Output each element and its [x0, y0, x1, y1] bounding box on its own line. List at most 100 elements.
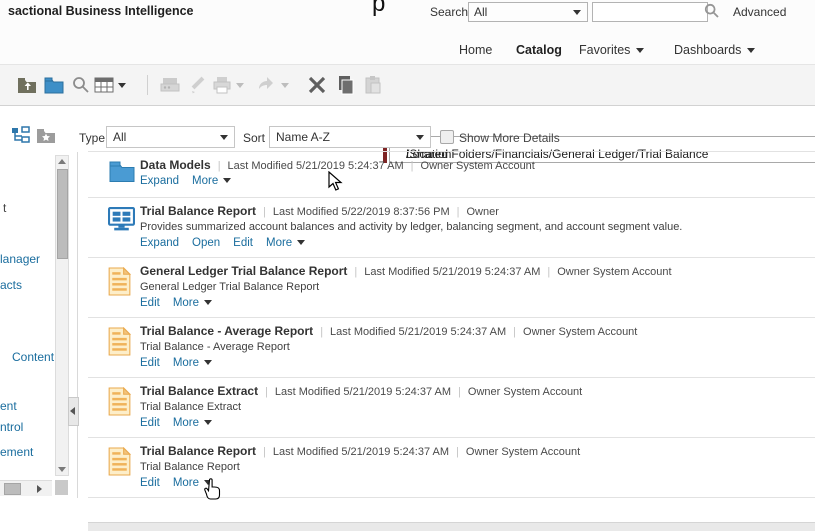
item-actions: Edit More — [140, 297, 815, 309]
item-owner: Owner — [467, 206, 499, 218]
item-title[interactable]: Trial Balance Extract — [140, 384, 258, 398]
obi-catalog-page: sactional Business Intelligence p Search… — [0, 0, 815, 531]
item-link-more[interactable]: More — [173, 357, 212, 369]
folders-tree-icon[interactable] — [11, 126, 30, 145]
nav-dashboards[interactable]: Dashboards — [674, 43, 755, 57]
item-link-more[interactable]: More — [266, 237, 305, 249]
copy-icon[interactable] — [336, 74, 356, 96]
show-more-details-checkbox[interactable] — [440, 130, 454, 144]
sidebar-item[interactable]: t — [3, 201, 6, 215]
item-description: Trial Balance Extract — [140, 401, 815, 413]
document-icon — [108, 327, 138, 359]
search-input[interactable] — [592, 2, 708, 22]
search-icon[interactable] — [704, 3, 720, 19]
item-link-expand[interactable]: Expand — [140, 237, 179, 249]
item-description: Provides summarized account balances and… — [140, 221, 815, 233]
item-link-edit[interactable]: Edit — [140, 297, 160, 309]
scroll-down-icon[interactable] — [58, 467, 66, 472]
item-link-more[interactable]: More — [173, 417, 212, 429]
item-title[interactable]: Data Models — [140, 158, 211, 172]
item-title[interactable]: Trial Balance Report — [140, 204, 256, 218]
item-owner: Owner System Account — [468, 386, 582, 398]
type-label: Type — [79, 131, 105, 145]
table-row: Trial Balance Extract | Last Modified 5/… — [88, 378, 815, 438]
scroll-up-icon[interactable] — [58, 159, 66, 164]
sidebar-vertical-scrollbar[interactable] — [55, 155, 69, 476]
item-link-edit[interactable]: Edit — [140, 357, 160, 369]
nav-home[interactable]: Home — [459, 43, 492, 57]
item-title[interactable]: Trial Balance Report — [140, 444, 256, 458]
sidebar-item[interactable]: acts — [0, 278, 22, 292]
table-row: Data Models | Last Modified 5/21/2019 5:… — [88, 152, 815, 198]
item-title[interactable]: Trial Balance - Average Report — [140, 324, 313, 338]
nav-bar: Home Catalog Favorites Dashboards — [0, 22, 815, 65]
separator: | — [456, 446, 459, 458]
item-actions: Expand Open Edit More — [140, 237, 815, 249]
chevron-down-icon[interactable] — [118, 83, 126, 88]
nav-catalog[interactable]: Catalog — [516, 43, 562, 57]
search-label: Search — [430, 5, 468, 19]
search-scope-value: All — [474, 5, 487, 19]
chevron-down-icon — [747, 48, 755, 53]
item-link-edit[interactable]: Edit — [140, 477, 160, 489]
item-description: Trial Balance Report — [140, 461, 815, 473]
scrollbar-thumb[interactable] — [57, 169, 68, 259]
print-icon — [212, 74, 232, 96]
chevron-down-icon — [236, 83, 244, 88]
item-actions: Edit More — [140, 357, 815, 369]
separator: | — [263, 446, 266, 458]
favorites-folder-icon[interactable] — [36, 126, 56, 144]
item-actions: Edit More — [140, 417, 815, 429]
chevron-down-icon — [220, 135, 228, 140]
chevron-down-icon — [204, 420, 212, 425]
item-link-edit[interactable]: Edit — [140, 417, 160, 429]
table-row: Trial Balance Report | Last Modified 5/2… — [88, 438, 815, 498]
sort-label: Sort — [243, 131, 265, 145]
sort-value: Name A-Z — [276, 130, 330, 144]
item-last-modified: Last Modified 5/21/2019 5:24:37 AM — [330, 326, 506, 338]
item-link-more[interactable]: More — [173, 297, 212, 309]
header-bar: sactional Business Intelligence p Search… — [0, 0, 815, 23]
folder-icon — [108, 159, 138, 191]
sort-dropdown[interactable]: Name A-Z — [269, 126, 431, 148]
item-actions: Edit More — [140, 477, 815, 489]
type-dropdown[interactable]: All — [106, 126, 235, 148]
chevron-down-icon — [204, 360, 212, 365]
item-link-open[interactable]: Open — [192, 237, 220, 249]
edit-icon — [188, 74, 208, 96]
scrollbar-corner — [55, 480, 68, 495]
item-link-more[interactable]: More — [192, 175, 231, 187]
document-icon — [108, 267, 138, 299]
separator: | — [547, 266, 550, 278]
scrollbar-thumb[interactable] — [4, 483, 21, 495]
chevron-down-icon — [204, 300, 212, 305]
search-icon[interactable] — [71, 74, 91, 96]
separator: | — [457, 206, 460, 218]
sidebar-item[interactable]: Content — [12, 350, 54, 364]
table-row: Trial Balance Report | Last Modified 5/2… — [88, 198, 815, 258]
sidebar-item[interactable]: ement — [0, 445, 33, 459]
open-folder-icon[interactable] — [44, 74, 64, 96]
panel-splitter[interactable] — [77, 152, 78, 498]
item-description: Trial Balance - Average Report — [140, 341, 815, 353]
advanced-link[interactable]: Advanced — [733, 5, 786, 19]
collapse-panel-button[interactable] — [68, 397, 79, 426]
item-link-more[interactable]: More — [173, 477, 212, 489]
item-owner: Owner System Account — [557, 266, 671, 278]
sidebar-item[interactable]: lanager — [0, 252, 40, 266]
chevron-down-icon — [204, 480, 212, 485]
item-last-modified: Last Modified 5/21/2019 5:24:37 AM — [273, 446, 449, 458]
nav-favorites[interactable]: Favorites — [579, 43, 644, 57]
chevron-left-icon — [70, 407, 75, 415]
item-link-expand[interactable]: Expand — [140, 175, 179, 187]
item-link-edit[interactable]: Edit — [233, 237, 253, 249]
item-title[interactable]: General Ledger Trial Balance Report — [140, 264, 347, 278]
list-view-icon[interactable] — [94, 74, 114, 96]
search-scope-dropdown[interactable]: All — [468, 2, 588, 22]
scroll-right-icon[interactable] — [37, 485, 42, 493]
sidebar-item[interactable]: ntrol — [0, 420, 23, 434]
folder-up-icon[interactable] — [17, 74, 37, 96]
sidebar-horizontal-scrollbar[interactable] — [0, 480, 52, 496]
sidebar-item[interactable]: ent — [0, 399, 17, 413]
delete-icon[interactable] — [307, 74, 327, 96]
